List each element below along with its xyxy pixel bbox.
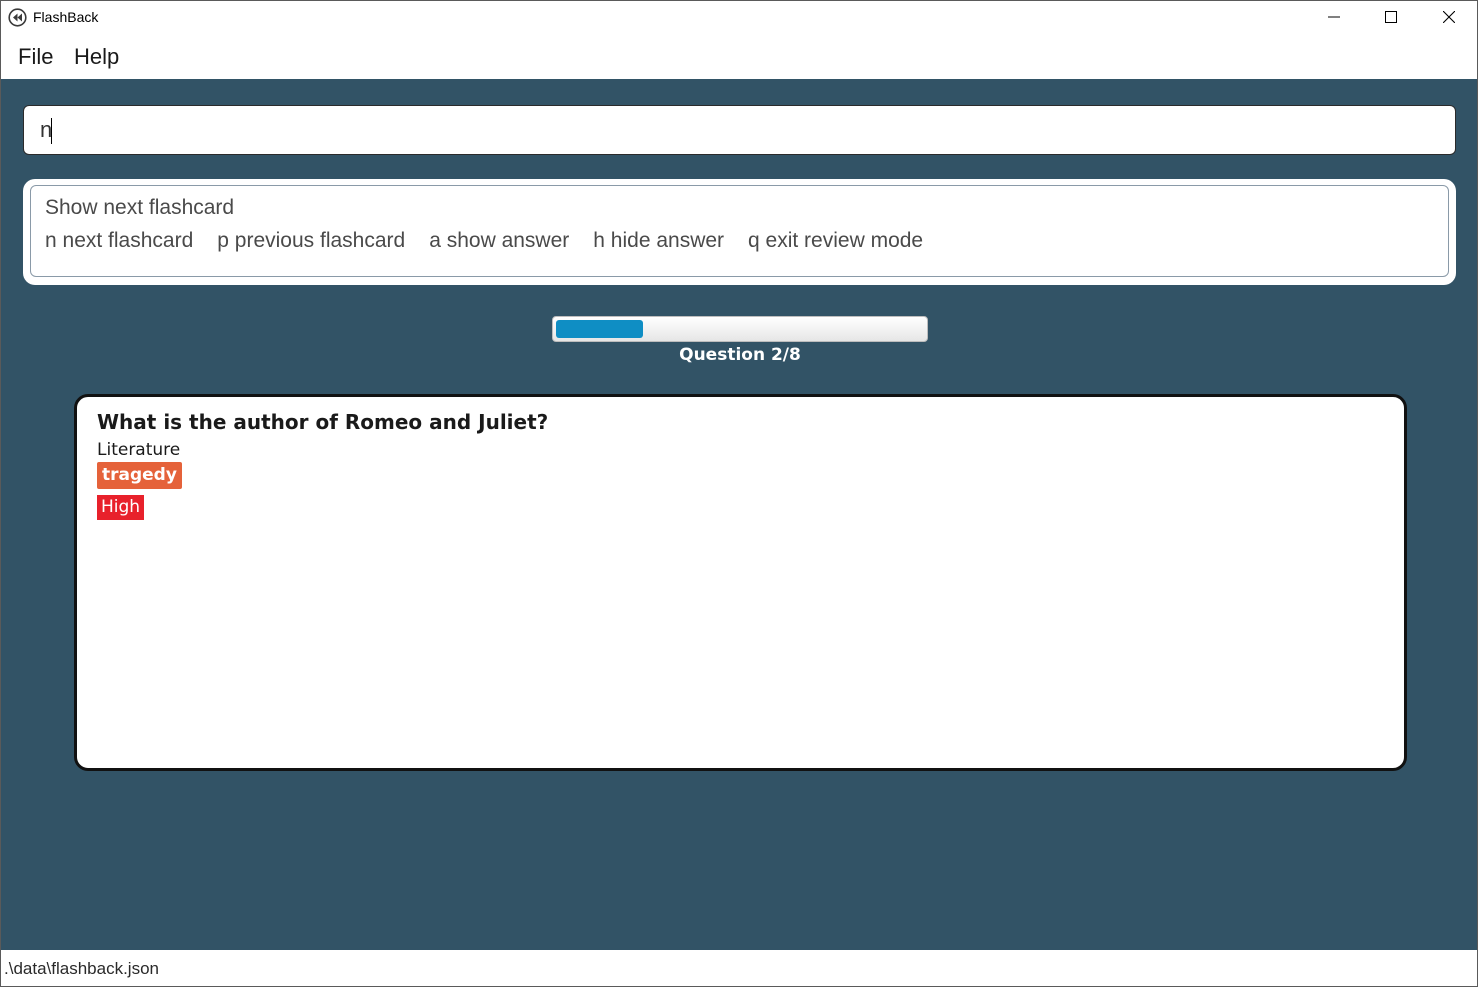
main-panel: n Show next flashcard n next flashcard p… [1,79,1477,950]
close-icon [1443,11,1455,23]
result-display: Show next flashcard n next flashcard p p… [23,179,1456,285]
question-counter: Question 2/8 [679,345,801,365]
result-command-show-answer: a show answer [429,229,570,252]
minimize-icon [1328,16,1340,18]
app-window: FlashBack File Help n Show next flashcar… [0,0,1478,987]
review-progress-bar [552,316,928,342]
window-title: FlashBack [33,9,99,25]
status-bar: .\data\flashback.json [1,950,1477,986]
minimize-button[interactable] [1305,1,1363,33]
close-button[interactable] [1420,1,1478,33]
flashcard-category: Literature [97,440,181,460]
text-caret [51,118,52,144]
result-command-next: n next flashcard [45,229,194,252]
app-rewind-icon [8,8,27,27]
priority-badge: High [97,495,145,520]
review-progress-fill [556,320,643,338]
result-command-previous: p previous flashcard [217,229,406,252]
flashcard-tag: tragedy [97,462,182,489]
command-input[interactable]: n [23,105,1456,155]
result-command-hide-answer: h hide answer [593,229,725,252]
maximize-button[interactable] [1362,1,1420,33]
result-command-exit: q exit review mode [748,229,924,252]
result-display-area[interactable]: Show next flashcard n next flashcard p p… [30,185,1449,277]
result-title: Show next flashcard [45,196,235,219]
menu-bar: File Help [1,34,1477,79]
title-bar[interactable]: FlashBack [1,1,1477,34]
status-file-path: .\data\flashback.json [4,959,159,978]
menu-help[interactable]: Help [74,44,119,70]
flashcard: What is the author of Romeo and Juliet? … [74,394,1407,771]
maximize-icon [1385,11,1397,23]
flashcard-question: What is the author of Romeo and Juliet? [97,410,549,434]
menu-file[interactable]: File [18,44,53,70]
result-command-list: n next flashcard p previous flashcard a … [45,229,923,253]
